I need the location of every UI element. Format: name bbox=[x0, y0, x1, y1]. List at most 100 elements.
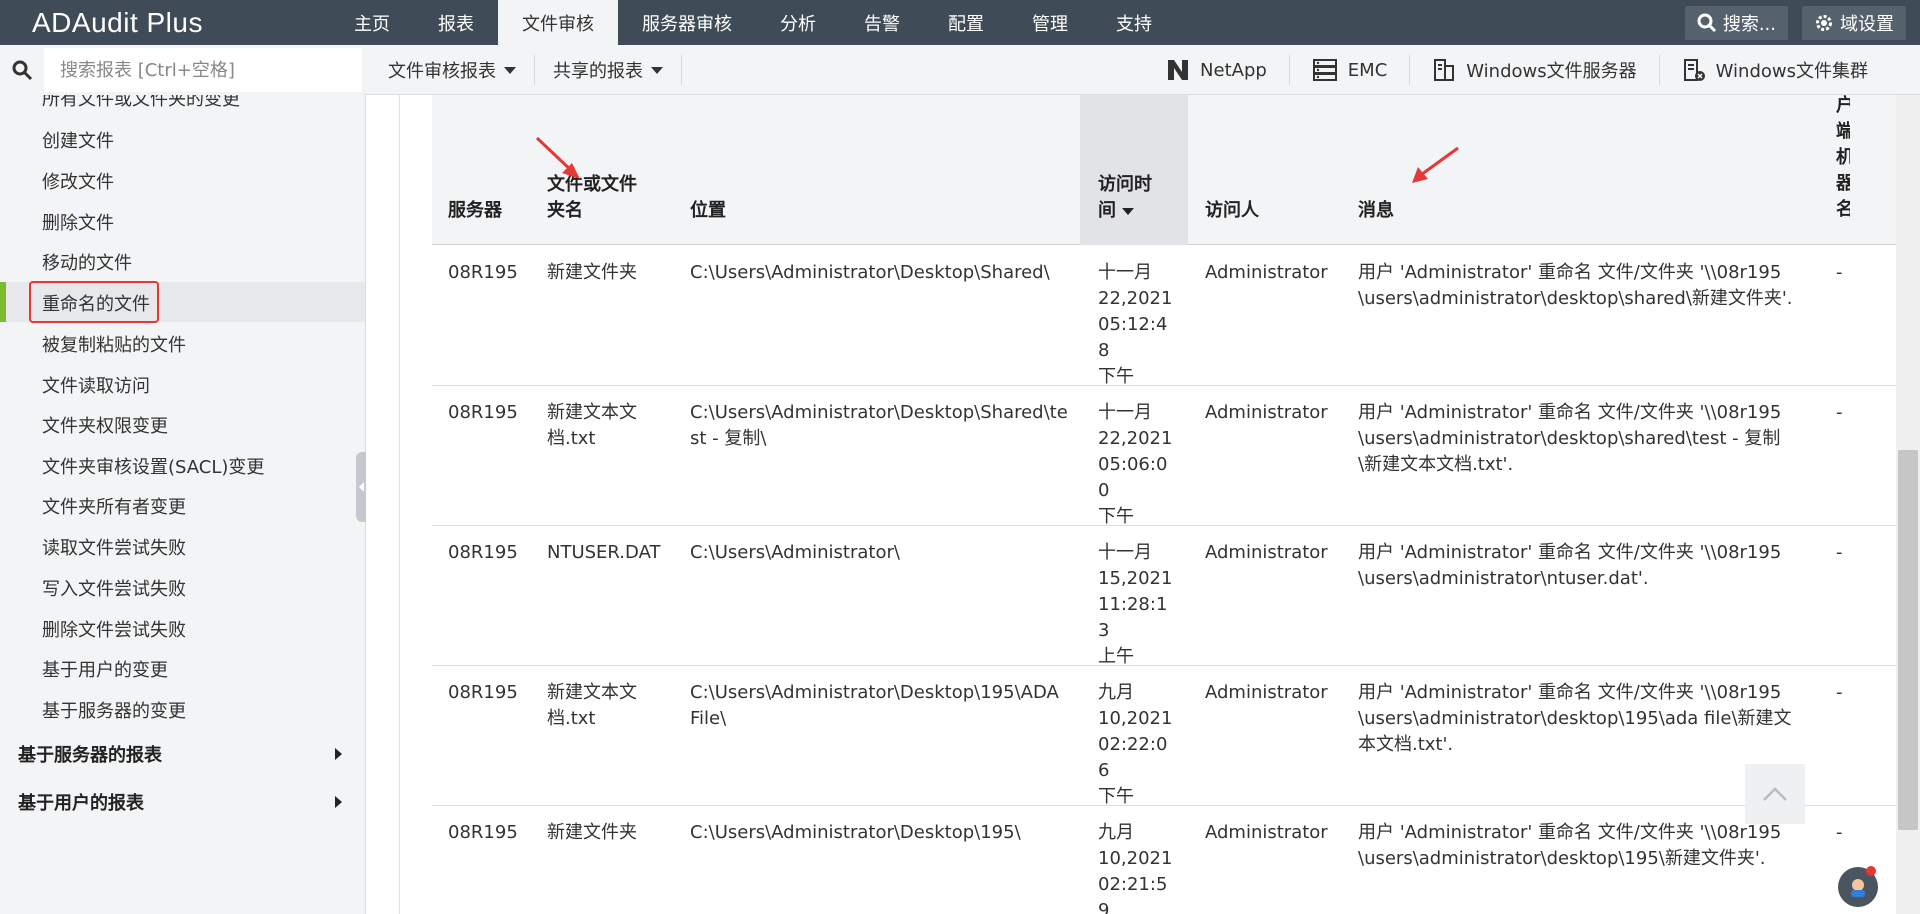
sidebar-item-failed-write-attempts[interactable]: 写入文件尝试失败 bbox=[42, 575, 186, 601]
cell-access-time: 十一月 22,2021 05:12:48 下午 bbox=[1098, 260, 1178, 390]
sidebar-group-user-reports-label: 基于用户的报表 bbox=[18, 793, 144, 814]
sidebar-item-folder-sacl-changes[interactable]: 文件夹审核设置(SACL)变更 bbox=[42, 453, 264, 479]
nav-home[interactable]: 主页 bbox=[330, 0, 414, 45]
cell-time-date: 10,2021 bbox=[1098, 848, 1173, 869]
sidebar-item-user-based-changes[interactable]: 基于用户的变更 bbox=[42, 656, 168, 682]
cell-time-date: 22,2021 bbox=[1098, 288, 1173, 309]
cell-accessor: Administrator bbox=[1205, 402, 1328, 423]
cell-server: 08R195 bbox=[448, 822, 518, 843]
col-header-access-time-line1: 访问时 bbox=[1098, 174, 1152, 195]
vendor-emc[interactable]: EMC bbox=[1290, 55, 1411, 85]
sidebar-item-failed-read-attempts[interactable]: 读取文件尝试失败 bbox=[42, 534, 186, 560]
cell-file-name: 新建文本文档.txt bbox=[547, 402, 637, 449]
file-server-icon bbox=[1434, 59, 1455, 81]
vendor-tabs: NetApp EMC Windows文件服务器 Windows文件集群 bbox=[1144, 45, 1890, 95]
global-search-label: 搜索... bbox=[1722, 14, 1776, 35]
sub-toolbar: 文件审核报表 共享的报表 NetApp EMC Windows文件服务器 Win… bbox=[0, 45, 1920, 95]
table-row[interactable]: 08R195 新建文本文档.txt C:\Users\Administrator… bbox=[432, 666, 1898, 807]
report-table: 服务器 文件或文件 夹名 位置 访问时 间 访问人 消息 户 端 机 器 名 0 bbox=[432, 95, 1898, 914]
cell-time-month: 九月 bbox=[1098, 682, 1134, 703]
sidebar-item-copy-pasted-files[interactable]: 被复制粘贴的文件 bbox=[42, 331, 186, 357]
sidebar-item-server-based-changes[interactable]: 基于服务器的变更 bbox=[42, 697, 186, 723]
cell-accessor: Administrator bbox=[1205, 542, 1328, 563]
nav-file-audit[interactable]: 文件审核 bbox=[498, 0, 618, 45]
sidebar-item-deleted-files[interactable]: 删除文件 bbox=[42, 209, 114, 235]
sidebar: 所有文件或文件夹的变更 创建文件 修改文件 删除文件 移动的文件 重命名的文件 … bbox=[0, 95, 366, 914]
table-row[interactable]: 08R195 新建文件夹 C:\Users\Administrator\Desk… bbox=[432, 806, 1898, 914]
cell-time-month: 九月 bbox=[1098, 822, 1134, 843]
cell-server: 08R195 bbox=[448, 262, 518, 283]
nav-server-audit[interactable]: 服务器审核 bbox=[618, 0, 756, 45]
domain-settings-button[interactable]: 域设置 bbox=[1802, 6, 1906, 40]
sidebar-item-folder-owner-changes[interactable]: 文件夹所有者变更 bbox=[42, 493, 186, 519]
table-header: 服务器 文件或文件 夹名 位置 访问时 间 访问人 消息 户 端 机 器 名 bbox=[432, 95, 1898, 245]
vendor-netapp[interactable]: NetApp bbox=[1144, 55, 1290, 85]
vendor-windows-file-cluster-label: Windows文件集群 bbox=[1715, 61, 1868, 82]
content-frame-border bbox=[399, 95, 400, 914]
cell-location: C:\Users\Administrator\Desktop\Shared\te… bbox=[690, 402, 1068, 449]
cell-time-month: 十一月 bbox=[1098, 542, 1152, 563]
global-search-button[interactable]: 搜索... bbox=[1684, 6, 1788, 40]
cell-file-name: 新建文本文档.txt bbox=[547, 682, 637, 729]
cell-access-time: 九月 10,2021 02:21:59 下午 bbox=[1098, 820, 1178, 914]
app-logo[interactable]: ADAudit Plus bbox=[0, 0, 330, 45]
sidebar-group-server-reports[interactable]: 基于服务器的报表 bbox=[18, 741, 348, 767]
table-row[interactable]: 08R195 新建文本文档.txt C:\Users\Administrator… bbox=[432, 386, 1898, 527]
cell-time-month: 十一月 bbox=[1098, 402, 1152, 423]
col-header-accessor[interactable]: 访问人 bbox=[1205, 198, 1259, 224]
vendor-windows-file-server[interactable]: Windows文件服务器 bbox=[1410, 55, 1660, 85]
cell-accessor: Administrator bbox=[1205, 262, 1328, 283]
col-header-server[interactable]: 服务器 bbox=[448, 198, 502, 224]
gear-icon bbox=[1816, 15, 1832, 31]
cell-accessor: Administrator bbox=[1205, 682, 1328, 703]
vendor-windows-file-server-label: Windows文件服务器 bbox=[1466, 61, 1637, 82]
sidebar-item-moved-files[interactable]: 移动的文件 bbox=[42, 249, 132, 275]
shared-reports-dropdown[interactable]: 共享的报表 bbox=[535, 55, 682, 85]
vendor-windows-file-cluster[interactable]: Windows文件集群 bbox=[1660, 55, 1890, 85]
sort-descending-icon bbox=[1122, 207, 1134, 215]
chat-notification-badge bbox=[1866, 866, 1876, 876]
annotation-arrow-icon bbox=[535, 136, 580, 179]
sidebar-item-modified-files[interactable]: 修改文件 bbox=[42, 168, 114, 194]
cell-time-clock: 02:22:06 bbox=[1098, 734, 1168, 781]
cell-client-machine: - bbox=[1836, 542, 1843, 563]
table-row[interactable]: 08R195 NTUSER.DAT C:\Users\Administrator… bbox=[432, 526, 1898, 667]
sidebar-item-all-changes[interactable]: 所有文件或文件夹的变更 bbox=[42, 95, 240, 111]
report-menu: 文件审核报表 共享的报表 bbox=[370, 45, 682, 95]
nav-admin[interactable]: 管理 bbox=[1008, 0, 1092, 45]
nav-support[interactable]: 支持 bbox=[1092, 0, 1176, 45]
report-search-icon[interactable] bbox=[0, 59, 44, 81]
sidebar-item-failed-delete-attempts[interactable]: 删除文件尝试失败 bbox=[42, 616, 186, 642]
cell-client-machine: - bbox=[1836, 402, 1843, 423]
col-header-file-name-line2: 夹名 bbox=[547, 200, 583, 221]
cell-time-date: 22,2021 bbox=[1098, 428, 1173, 449]
col-header-access-time-line2: 间 bbox=[1098, 200, 1116, 221]
nav-alerts[interactable]: 告警 bbox=[840, 0, 924, 45]
file-audit-reports-dropdown[interactable]: 文件审核报表 bbox=[370, 55, 535, 85]
nav-reports[interactable]: 报表 bbox=[414, 0, 498, 45]
col-header-message[interactable]: 消息 bbox=[1358, 198, 1394, 224]
cell-client-machine: - bbox=[1836, 682, 1843, 703]
cell-access-time: 九月 10,2021 02:22:06 下午 bbox=[1098, 680, 1178, 810]
table-row[interactable]: 08R195 新建文件夹 C:\Users\Administrator\Desk… bbox=[432, 246, 1898, 387]
page-scrollbar-thumb[interactable] bbox=[1898, 450, 1918, 830]
server-rack-icon bbox=[1312, 59, 1337, 81]
cell-access-time: 十一月 22,2021 05:06:00 下午 bbox=[1098, 400, 1178, 530]
back-to-top-button[interactable] bbox=[1745, 764, 1805, 824]
col-header-location[interactable]: 位置 bbox=[690, 198, 726, 224]
cell-message: 用户 'Administrator' 重命名 文件/文件夹 '\\08r195\… bbox=[1358, 262, 1793, 309]
nav-configuration[interactable]: 配置 bbox=[924, 0, 1008, 45]
sidebar-item-file-read-access[interactable]: 文件读取访问 bbox=[42, 372, 150, 398]
sidebar-item-created-files[interactable]: 创建文件 bbox=[42, 127, 114, 153]
top-nav-bar: ADAudit Plus 主页 报表 文件审核 服务器审核 分析 告警 配置 管… bbox=[0, 0, 1920, 45]
chat-icon bbox=[1851, 879, 1865, 897]
sidebar-group-user-reports[interactable]: 基于用户的报表 bbox=[18, 789, 348, 815]
report-search-input[interactable] bbox=[44, 48, 362, 92]
col-header-client-machine[interactable]: 户 端 机 器 名 bbox=[1836, 95, 1850, 221]
nav-analytics[interactable]: 分析 bbox=[756, 0, 840, 45]
cell-time-clock: 05:06:00 bbox=[1098, 454, 1168, 501]
chevron-down-icon bbox=[651, 66, 663, 74]
sidebar-item-folder-permission-changes[interactable]: 文件夹权限变更 bbox=[42, 412, 168, 438]
col-header-access-time[interactable]: 访问时 间 bbox=[1098, 172, 1152, 224]
report-content: 服务器 文件或文件 夹名 位置 访问时 间 访问人 消息 户 端 机 器 名 0 bbox=[366, 95, 1900, 914]
